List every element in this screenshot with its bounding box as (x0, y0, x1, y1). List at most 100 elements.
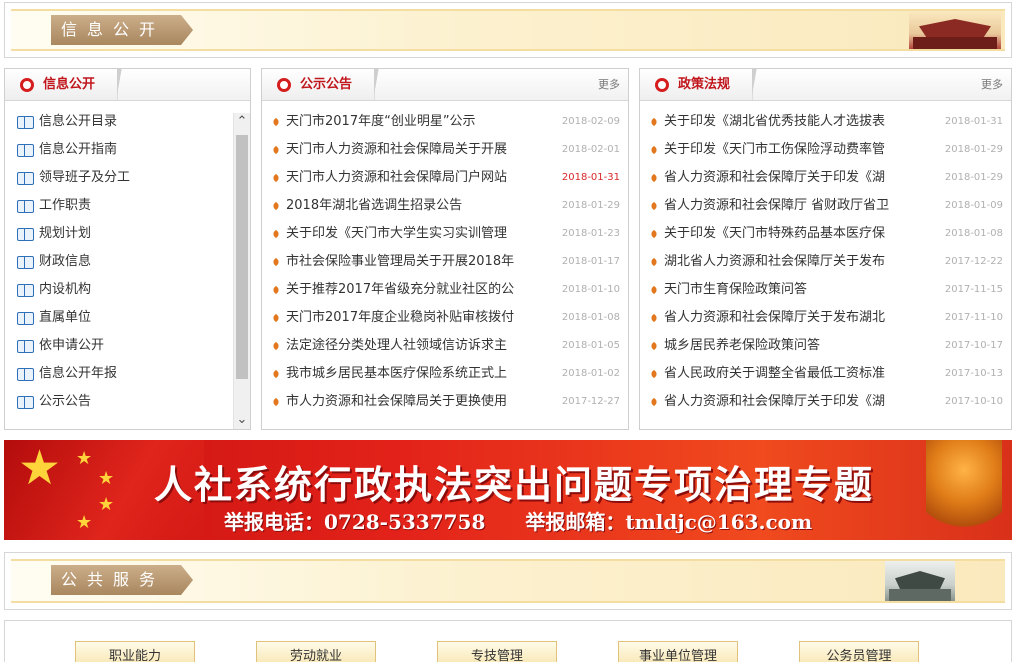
item-date: 2017-10-17 (944, 340, 1003, 351)
more-link[interactable]: 更多 (981, 69, 1003, 101)
service-button-professional[interactable]: 专技管理 (437, 641, 557, 662)
more-link[interactable]: 更多 (598, 69, 620, 101)
item-title: 天门市生育保险政策问答 (664, 282, 808, 297)
item-date: 2018-01-10 (561, 284, 620, 295)
list-item[interactable]: 关于印发《湖北省优秀技能人才选拔表 2018-01-31 (640, 108, 1011, 136)
menu-item-departments[interactable]: 内设机构 (5, 276, 250, 304)
policy-panel: 政策法规 更多 关于印发《湖北省优秀技能人才选拔表 2018-01-31 关于印发… (639, 68, 1012, 430)
bullet-icon (271, 117, 281, 127)
small-star-icon: ★ (98, 468, 115, 489)
menu-item-directory[interactable]: 信息公开目录 (5, 108, 250, 136)
menu-item-affiliates[interactable]: 直属单位 (5, 304, 250, 332)
list-item[interactable]: 关于印发《天门市大学生实习实训管理 2018-01-23 (262, 220, 628, 248)
bullet-icon (649, 285, 659, 295)
book-icon (17, 172, 34, 185)
menu-item-duties[interactable]: 工作职责 (5, 192, 250, 220)
list-item[interactable]: 我市城乡居民基本医疗保险系统正式上 2018-01-02 (262, 360, 628, 388)
menu-item-label: 规划计划 (39, 226, 92, 241)
menu-item-label: 信息公开指南 (39, 142, 118, 157)
list-item[interactable]: 省人民政府关于调整全省最低工资标准 2017-10-13 (640, 360, 1011, 388)
info-banner-strip: 信息公开 (11, 9, 1005, 51)
item-date: 2017-10-10 (944, 396, 1003, 407)
list-item[interactable]: 2018年湖北省选调生招录公告 2018-01-29 (262, 192, 628, 220)
list-item[interactable]: 城乡居民养老保险政策问答 2017-10-17 (640, 332, 1011, 360)
tiananmen-image (909, 11, 1001, 49)
item-title: 天门市2017年度“创业明星”公示 (286, 114, 476, 129)
menu-item-guide[interactable]: 信息公开指南 (5, 136, 250, 164)
bullet-icon (271, 145, 281, 155)
list-item[interactable]: 关于推荐2017年省级充分就业社区的公 2018-01-10 (262, 276, 628, 304)
item-title: 省人力资源和社会保障厅 省财政厅省卫 (664, 198, 890, 213)
item-title: 关于印发《天门市工伤保险浮动费率管 (664, 142, 886, 157)
item-date: 2018-01-23 (561, 228, 620, 239)
list-item[interactable]: 天门市人力资源和社会保障局关于开展 2018-02-01 (262, 136, 628, 164)
service-button-institution[interactable]: 事业单位管理 (618, 641, 738, 662)
item-date: 2017-12-22 (944, 256, 1003, 267)
ring-icon (20, 78, 34, 92)
list-item[interactable]: 省人力资源和社会保障厅关于印发《湖 2018-01-29 (640, 164, 1011, 192)
list-item[interactable]: 湖北省人力资源和社会保障厅关于发布 2017-12-22 (640, 248, 1011, 276)
book-icon (17, 340, 34, 353)
list-item[interactable]: 省人力资源和社会保障厅关于发布湖北 2017-11-10 (640, 304, 1011, 332)
item-title: 省人民政府关于调整全省最低工资标准 (664, 366, 886, 381)
menu-item-on-request[interactable]: 依申请公开 (5, 332, 250, 360)
menu-item-leadership[interactable]: 领导班子及分工 (5, 164, 250, 192)
panel-title[interactable]: 政策法规 (640, 69, 759, 100)
law-enforcement-promo-banner[interactable]: ★ ★ ★ ★ ★ 人社系统行政执法突出问题专项治理专题 举报电话：0728-5… (4, 440, 1012, 540)
item-date: 2018-02-09 (561, 116, 620, 127)
list-item[interactable]: 天门市生育保险政策问答 2017-11-15 (640, 276, 1011, 304)
menu-item-label: 直属单位 (39, 310, 92, 325)
menu-item-planning[interactable]: 规划计划 (5, 220, 250, 248)
policy-list: 关于印发《湖北省优秀技能人才选拔表 2018-01-31 关于印发《天门市工伤保险… (640, 101, 1011, 416)
menu-item-annual-report[interactable]: 信息公开年报 (5, 360, 250, 388)
tower-base-shape (913, 37, 997, 49)
panel-title[interactable]: 信息公开 (5, 69, 124, 100)
book-icon (17, 312, 34, 325)
service-banner-strip: 公共服务 (11, 559, 1005, 603)
book-icon (17, 200, 34, 213)
pavilion-image (885, 561, 955, 601)
book-icon (17, 396, 34, 409)
bullet-icon (649, 341, 659, 351)
service-button-employment[interactable]: 劳动就业 (256, 641, 376, 662)
item-title: 省人力资源和社会保障厅关于印发《湖 (664, 170, 886, 185)
item-date: 2018-01-08 (944, 228, 1003, 239)
service-button-civil-servant[interactable]: 公务员管理 (799, 641, 919, 662)
item-date: 2018-01-17 (561, 256, 620, 267)
scroll-down-arrow-icon[interactable]: ⌄ (234, 411, 250, 429)
list-item[interactable]: 关于印发《天门市特殊药品基本医疗保 2018-01-08 (640, 220, 1011, 248)
list-item[interactable]: 省人力资源和社会保障厅关于印发《湖 2017-10-10 (640, 388, 1011, 416)
scroll-thumb[interactable] (236, 135, 248, 379)
list-item[interactable]: 天门市2017年度企业稳岗补贴审核拨付 2018-01-08 (262, 304, 628, 332)
info-section-banner: 信息公开 (4, 2, 1012, 58)
service-button-vocational[interactable]: 职业能力 (75, 641, 195, 662)
panel-title-text: 信息公开 (43, 77, 96, 92)
ring-icon (655, 78, 669, 92)
menu-item-label: 信息公开年报 (39, 366, 118, 381)
panel-header: 政策法规 更多 (640, 69, 1011, 101)
bullet-icon (649, 369, 659, 379)
list-item[interactable]: 法定途径分类处理人社领域信访诉求主 2018-01-05 (262, 332, 628, 360)
list-item[interactable]: 省人力资源和社会保障厅 省财政厅省卫 2018-01-09 (640, 192, 1011, 220)
panel-title[interactable]: 公示公告 (262, 69, 381, 100)
item-date: 2018-01-31 (944, 116, 1003, 127)
small-star-icon: ★ (76, 512, 93, 533)
scroll-up-arrow-icon[interactable]: ⌃ (234, 113, 250, 131)
report-email: 举报邮箱：tmldjc@163.com (525, 510, 813, 534)
list-item[interactable]: 市社会保险事业管理局关于开展2018年 2018-01-17 (262, 248, 628, 276)
list-item[interactable]: 关于印发《天门市工伤保险浮动费率管 2018-01-29 (640, 136, 1011, 164)
menu-scrollbar[interactable]: ⌃ ⌄ (233, 113, 250, 429)
item-date-highlight: 2018-01-31 (561, 172, 620, 183)
bullet-icon (649, 145, 659, 155)
list-item[interactable]: 市人力资源和社会保障局关于更换使用 2017-12-27 (262, 388, 628, 416)
list-item[interactable]: 天门市2017年度“创业明星”公示 2018-02-09 (262, 108, 628, 136)
item-title: 省人力资源和社会保障厅关于印发《湖 (664, 394, 886, 409)
list-item[interactable]: 天门市人力资源和社会保障局门户网站 2018-01-31 (262, 164, 628, 192)
panel-header: 公示公告 更多 (262, 69, 628, 101)
item-title: 法定途径分类处理人社领域信访诉求主 (286, 338, 508, 353)
item-title: 我市城乡居民基本医疗保险系统正式上 (286, 366, 508, 381)
menu-item-notices[interactable]: 公示公告 (5, 388, 250, 416)
menu-item-label: 内设机构 (39, 282, 92, 297)
report-phone: 举报电话：0728-5337758 (224, 510, 486, 534)
menu-item-finance[interactable]: 财政信息 (5, 248, 250, 276)
